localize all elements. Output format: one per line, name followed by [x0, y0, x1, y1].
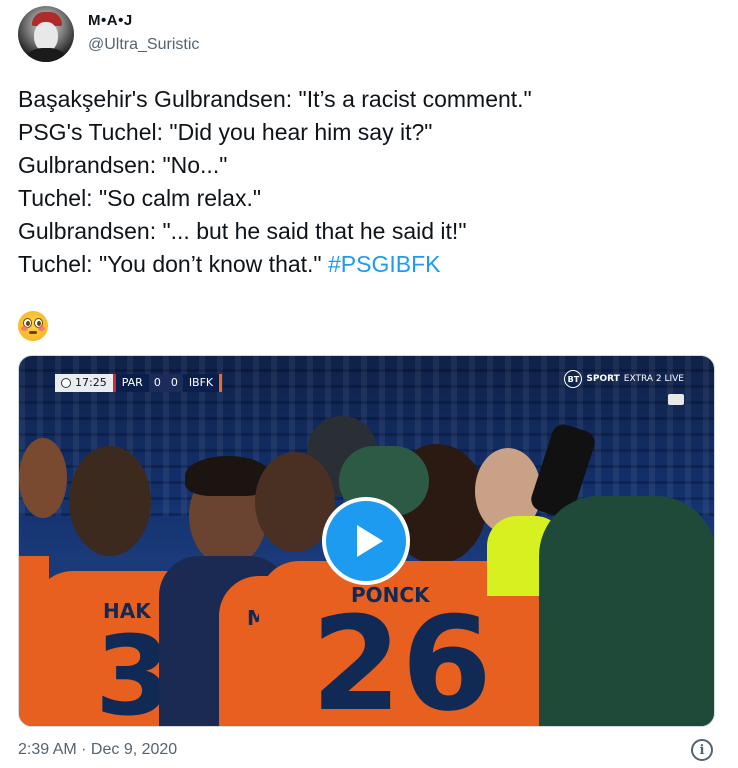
scorebug: 17:25 PAR 0 0 IBFK: [55, 374, 223, 392]
tweet-line-last: Tuchel: "You don’t know that." #PSGIBFK: [18, 248, 718, 281]
tweet-timestamp[interactable]: 2:39 AM · Dec 9, 2020: [18, 741, 177, 759]
tweet-card: M•A•J @Ultra_Suristic Başakşehir's Gulbr…: [0, 0, 738, 768]
info-icon[interactable]: i: [691, 739, 713, 761]
tweet-line: PSG's Tuchel: "Did you hear him say it?": [18, 119, 433, 145]
tweet-line: Gulbrandsen: "... but he said that he sa…: [18, 218, 467, 244]
tweet-line: Tuchel: "So calm relax.": [18, 185, 262, 211]
tweet-text: Başakşehir's Gulbrandsen: "It’s a racist…: [18, 83, 718, 281]
channel-sub: EXTRA 2 LIVE: [623, 374, 684, 384]
hashtag-link[interactable]: #PSGIBFK: [328, 251, 440, 277]
home-team: PAR: [115, 374, 149, 392]
ball-icon: [61, 378, 71, 388]
match-clock: 17:25: [55, 374, 113, 392]
tweet-line: Başakşehir's Gulbrandsen: "It’s a racist…: [18, 86, 532, 112]
home-score: 0: [148, 374, 166, 392]
player-hak-head: [69, 446, 151, 556]
author-display-name[interactable]: M•A•J: [88, 12, 133, 29]
away-team: IBFK: [182, 374, 223, 392]
match-clock-time: 17:25: [75, 376, 107, 389]
play-icon: [357, 525, 383, 557]
avatar-body: [22, 48, 70, 62]
away-score: 0: [165, 374, 183, 392]
subtitle-icon: [668, 394, 684, 405]
tweet-line: Gulbrandsen: "No...": [18, 152, 228, 178]
author-handle[interactable]: @Ultra_Suristic: [88, 36, 199, 54]
flushed-face-emoji: [18, 311, 50, 343]
player-left-edge: [19, 438, 67, 518]
tweet-line-text: Tuchel: "You don’t know that.": [18, 251, 322, 277]
channel-logo: BT SPORT EXTRA 2 LIVE: [564, 370, 684, 388]
flushed-face-icon: [18, 311, 48, 341]
play-button[interactable]: [322, 497, 410, 585]
bt-logo-icon: BT: [564, 370, 583, 388]
avatar[interactable]: [18, 6, 74, 62]
video-player[interactable]: 17:25 PAR 0 0 IBFK BT SPORT EXTRA 2 LIVE…: [18, 355, 715, 727]
channel-name: SPORT: [586, 374, 620, 384]
coach-jacket: [539, 496, 714, 726]
jersey-number: 26: [311, 588, 492, 727]
